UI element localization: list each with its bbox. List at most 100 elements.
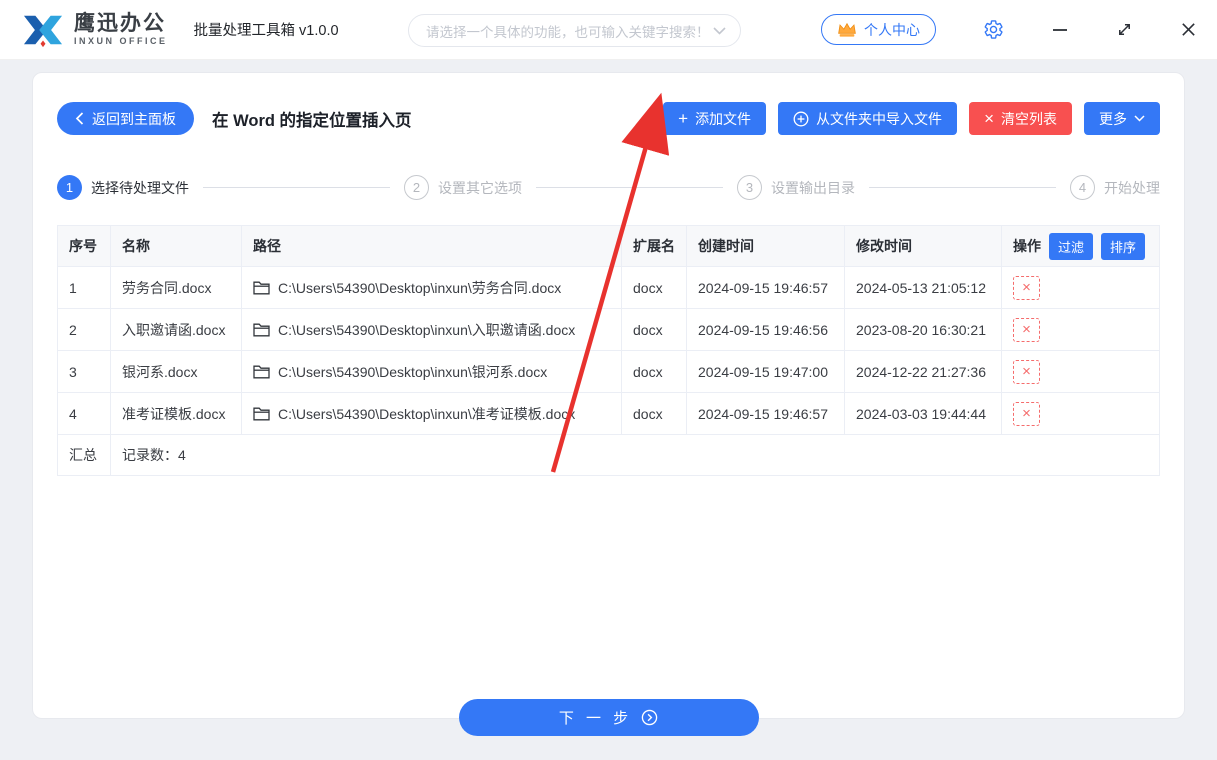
row-ext: docx — [621, 308, 687, 351]
row-name: 准考证模板.docx — [110, 392, 242, 435]
import-from-folder-label: 从文件夹中导入文件 — [816, 110, 943, 127]
plus-icon: + — [678, 109, 689, 128]
row-path: C:\Users\54390\Desktop\inxun\银河系.docx — [241, 350, 622, 393]
row-modified: 2024-03-03 19:44:44 — [844, 392, 1002, 435]
col-ext: 扩展名 — [621, 225, 687, 267]
step-number: 2 — [404, 175, 429, 200]
search-placeholder: 请选择一个具体的功能，也可输入关键字搜索！ — [426, 24, 710, 40]
step-1-select-files: 1 选择待处理文件 — [57, 175, 189, 200]
row-modified: 2024-05-13 21:05:12 — [844, 266, 1002, 309]
import-from-folder-button[interactable]: 从文件夹中导入文件 — [778, 102, 958, 135]
minimize-button[interactable] — [1051, 21, 1069, 39]
file-table-body: 1 劳务合同.docx C:\Users\54390\Desktop\inxun… — [57, 266, 1160, 435]
row-path-text: C:\Users\54390\Desktop\inxun\银河系.docx — [278, 363, 548, 380]
sort-button[interactable]: 排序 — [1101, 232, 1146, 260]
chevron-down-icon — [713, 26, 726, 35]
app-title: 批量处理工具箱 v1.0.0 — [193, 23, 339, 39]
maximize-button[interactable] — [1116, 21, 1133, 38]
maximize-icon — [1119, 24, 1130, 35]
col-modified: 修改时间 — [844, 225, 1002, 267]
row-index: 1 — [57, 266, 111, 309]
settings-button[interactable] — [983, 19, 1004, 40]
clear-list-label: 清空列表 — [1001, 110, 1057, 127]
row-path: C:\Users\54390\Desktop\inxun\准考证模板.docx — [241, 392, 622, 435]
table-row: 1 劳务合同.docx C:\Users\54390\Desktop\inxun… — [57, 266, 1160, 309]
delete-row-button[interactable]: × — [1013, 317, 1040, 342]
more-label: 更多 — [1099, 110, 1127, 127]
folder-icon — [253, 365, 270, 378]
delete-x-icon: × — [1022, 405, 1031, 422]
chevron-down-icon — [1134, 115, 1145, 122]
row-name: 银河系.docx — [110, 350, 242, 393]
row-operation: × — [1001, 392, 1160, 435]
step-connector — [536, 187, 723, 188]
circle-plus-icon — [793, 111, 809, 126]
logo-icon — [23, 15, 63, 47]
folder-icon — [253, 407, 270, 420]
step-number: 1 — [57, 175, 82, 200]
summary-row: 汇总 记录数：4 — [57, 434, 1160, 476]
clear-list-button[interactable]: × 清空列表 — [969, 102, 1072, 135]
delete-row-button[interactable]: × — [1013, 275, 1040, 300]
step-label: 设置输出目录 — [771, 179, 855, 196]
gear-icon — [984, 20, 1003, 39]
step-label: 选择待处理文件 — [91, 179, 189, 196]
row-path-text: C:\Users\54390\Desktop\inxun\劳务合同.docx — [278, 279, 562, 296]
row-path: C:\Users\54390\Desktop\inxun\入职邀请函.docx — [241, 308, 622, 351]
row-path-text: C:\Users\54390\Desktop\inxun\入职邀请函.docx — [278, 321, 576, 338]
close-button[interactable] — [1180, 21, 1197, 38]
delete-x-icon: × — [1022, 363, 1031, 380]
row-path: C:\Users\54390\Desktop\inxun\劳务合同.docx — [241, 266, 622, 309]
brand-name: 鹰迅办公 — [74, 12, 166, 35]
next-step-button[interactable]: 下 一 步 — [458, 699, 759, 736]
row-created: 2024-09-15 19:46:56 — [686, 308, 845, 351]
title-bar: 鹰迅办公 INXUN OFFICE 批量处理工具箱 v1.0.0 请选择一个具体… — [0, 0, 1217, 60]
row-name: 劳务合同.docx — [110, 266, 242, 309]
filter-button[interactable]: 过滤 — [1049, 232, 1094, 260]
main-panel: 返回到主面板 在 Word 的指定位置插入页 + 添加文件 从文件夹中导入文件 … — [32, 72, 1185, 736]
next-step-label: 下 一 步 — [558, 710, 633, 727]
step-number: 3 — [737, 175, 762, 200]
back-to-dashboard-button[interactable]: 返回到主面板 — [57, 102, 194, 135]
delete-x-icon: × — [1022, 279, 1031, 296]
summary-record-count: 记录数：4 — [110, 434, 1160, 476]
row-index: 2 — [57, 308, 111, 351]
summary-label: 汇总 — [57, 434, 111, 476]
file-table: 序号 名称 路径 扩展名 创建时间 修改时间 操作 过滤 排序 1 劳务合同.d… — [57, 225, 1160, 476]
row-created: 2024-09-15 19:46:57 — [686, 266, 845, 309]
row-ext: docx — [621, 392, 687, 435]
table-row: 3 银河系.docx C:\Users\54390\Desktop\inxun\… — [57, 350, 1160, 393]
page-title: 在 Word 的指定位置插入页 — [212, 111, 412, 130]
more-button[interactable]: 更多 — [1084, 102, 1160, 135]
row-operation: × — [1001, 308, 1160, 351]
row-modified: 2023-08-20 16:30:21 — [844, 308, 1002, 351]
app-logo: 鹰迅办公 INXUN OFFICE — [20, 10, 168, 50]
function-search-select[interactable]: 请选择一个具体的功能，也可输入关键字搜索！ — [408, 14, 741, 47]
row-created: 2024-09-15 19:47:00 — [686, 350, 845, 393]
row-index: 4 — [57, 392, 111, 435]
brand-subtitle: INXUN OFFICE — [74, 36, 168, 46]
close-x-icon: × — [984, 109, 994, 128]
row-name: 入职邀请函.docx — [110, 308, 242, 351]
table-row: 4 准考证模板.docx C:\Users\54390\Desktop\inxu… — [57, 392, 1160, 435]
step-connector — [203, 187, 390, 188]
crown-icon — [838, 22, 856, 37]
step-label: 开始处理 — [1104, 179, 1160, 196]
row-operation: × — [1001, 350, 1160, 393]
row-index: 3 — [57, 350, 111, 393]
close-icon — [1182, 23, 1195, 36]
user-center-label: 个人中心 — [864, 21, 920, 38]
delete-row-button[interactable]: × — [1013, 359, 1040, 384]
table-row: 2 入职邀请函.docx C:\Users\54390\Desktop\inxu… — [57, 308, 1160, 351]
step-label: 设置其它选项 — [438, 179, 522, 196]
step-4-start: 4 开始处理 — [1070, 175, 1160, 200]
folder-icon — [253, 281, 270, 294]
add-files-button[interactable]: + 添加文件 — [663, 102, 767, 135]
col-operation: 操作 — [1013, 238, 1041, 254]
delete-row-button[interactable]: × — [1013, 401, 1040, 426]
table-header-row: 序号 名称 路径 扩展名 创建时间 修改时间 操作 过滤 排序 — [57, 225, 1160, 267]
step-2-options: 2 设置其它选项 — [404, 175, 522, 200]
user-center-button[interactable]: 个人中心 — [821, 14, 936, 45]
circle-arrow-right-icon — [641, 709, 658, 726]
add-files-label: 添加文件 — [695, 110, 752, 127]
